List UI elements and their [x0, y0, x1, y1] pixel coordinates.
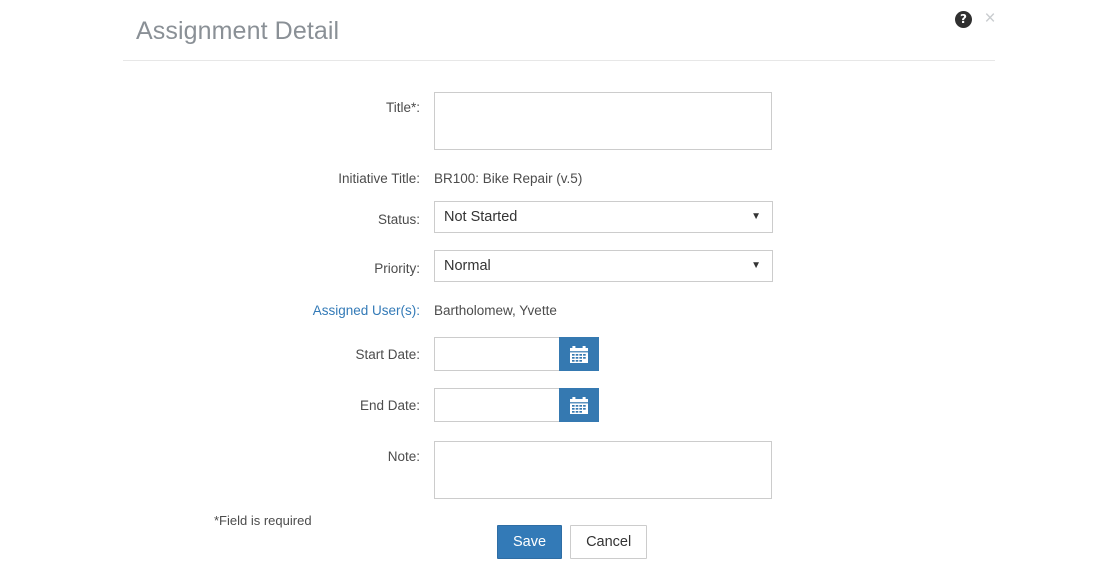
start-date-input[interactable] [434, 337, 560, 371]
start-date-label: Start Date: [355, 347, 420, 362]
header-divider [123, 60, 995, 61]
priority-label: Priority: [374, 261, 420, 276]
title-label: Title*: [385, 100, 420, 115]
close-icon[interactable]: × [981, 9, 999, 28]
end-date-input[interactable] [434, 388, 560, 422]
cancel-button[interactable]: Cancel [570, 525, 648, 559]
save-button[interactable]: Save [497, 525, 563, 559]
priority-select[interactable]: Normal ▼ [434, 250, 773, 282]
note-input[interactable] [434, 441, 772, 499]
modal-header: Assignment Detail ? × [0, 0, 1120, 61]
priority-selected-value: Normal [444, 258, 491, 274]
note-field-wrapper [434, 441, 772, 504]
start-date-field-wrapper [434, 337, 599, 371]
initiative-title-label: Initiative Title: [338, 171, 420, 186]
chevron-down-icon: ▼ [751, 260, 761, 271]
status-select[interactable]: Not Started ▼ [434, 201, 773, 233]
required-field-note: *Field is required [214, 513, 312, 528]
calendar-icon[interactable] [559, 388, 599, 422]
header-icon-group: ? × [955, 9, 999, 28]
note-label: Note: [387, 449, 420, 464]
help-circle-icon[interactable]: ? [955, 10, 972, 28]
priority-field-wrapper: Normal ▼ [434, 250, 773, 282]
assigned-users-label-link[interactable]: Assigned User(s): [120, 303, 420, 318]
end-date-field-wrapper [434, 388, 599, 422]
end-date-group [434, 388, 599, 422]
page-title: Assignment Detail [136, 17, 340, 45]
status-selected-value: Not Started [444, 209, 518, 225]
status-label: Status: [377, 212, 420, 227]
initiative-title-value: BR100: Bike Repair (v.5) [434, 171, 583, 186]
title-input[interactable] [434, 92, 772, 150]
form-action-bar: Save Cancel [497, 525, 648, 559]
start-date-group [434, 337, 599, 371]
end-date-label: End Date: [359, 398, 420, 413]
calendar-icon[interactable] [559, 337, 599, 371]
status-field-wrapper: Not Started ▼ [434, 201, 773, 233]
chevron-down-icon: ▼ [751, 211, 761, 222]
assigned-users-value: Bartholomew, Yvette [434, 303, 557, 318]
title-field-wrapper [434, 92, 772, 155]
